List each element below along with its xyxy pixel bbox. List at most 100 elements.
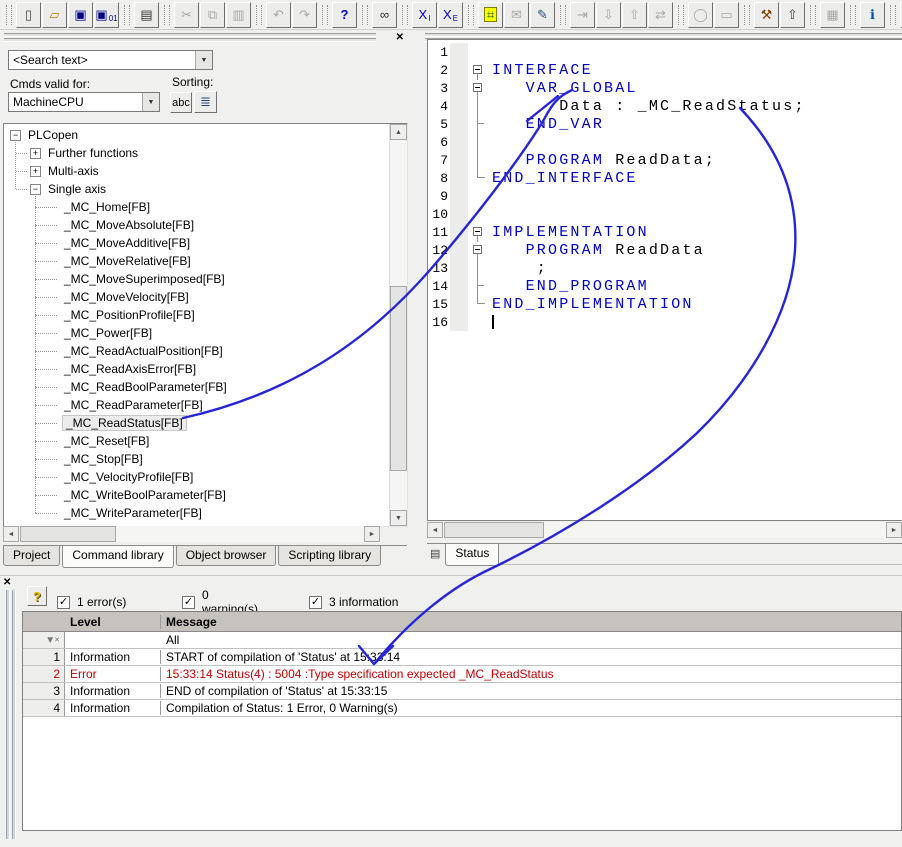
tab-scripting-library[interactable]: Scripting library	[278, 546, 381, 566]
toolbar-grip[interactable]	[6, 5, 12, 25]
tree-item[interactable]: _MC_MoveSuperimposed[FB]	[4, 270, 389, 288]
scroll-right-icon[interactable]: ►	[364, 526, 380, 542]
scrollbar-thumb[interactable]	[444, 522, 544, 538]
table-row[interactable]: ▼✕All	[23, 632, 901, 649]
fold-gutter[interactable]	[468, 79, 490, 97]
tree-vertical-scrollbar[interactable]: ▲ ▼	[389, 124, 407, 526]
table-row[interactable]: 3InformationEND of compilation of 'Statu…	[23, 683, 901, 700]
tab-command-library[interactable]: Command library	[62, 546, 173, 568]
toolbar-grip[interactable]	[850, 5, 856, 25]
table-row[interactable]: 2Error15:33:14 Status(4) : 5004 :Type sp…	[23, 666, 901, 683]
search-combo[interactable]: <Search text> ▼	[8, 50, 213, 70]
tree-item[interactable]: _MC_ReadBoolParameter[FB]	[4, 378, 389, 396]
link-icon[interactable]: ∞	[372, 2, 397, 28]
toolbar-grip[interactable]	[124, 5, 130, 25]
toolbar-grip[interactable]	[468, 5, 474, 25]
expand-icon[interactable]: +	[10, 526, 21, 527]
download-icon[interactable]: ⇩	[596, 2, 621, 28]
cut-icon[interactable]: ✂	[174, 2, 199, 28]
tree-item[interactable]: _MC_ReadAxisError[FB]	[4, 360, 389, 378]
device-diagnostics-icon[interactable]: ℹ	[860, 2, 885, 28]
tab-project[interactable]: Project	[3, 546, 60, 566]
sort-order-button[interactable]: ≣	[194, 91, 217, 113]
tree-item[interactable]: _MC_PositionProfile[FB]	[4, 306, 389, 324]
tree-item[interactable]: _MC_Stop[FB]	[4, 450, 389, 468]
upload-icon[interactable]: ⇧	[622, 2, 647, 28]
tree-item[interactable]: _MC_ReadStatus[FB]	[4, 414, 389, 432]
editor-horizontal-scrollbar[interactable]: ◄ ►	[427, 522, 902, 538]
undo-icon[interactable]: ↶	[266, 2, 291, 28]
alphabetical-sort-button[interactable]: abc	[170, 92, 192, 113]
monitor-icon[interactable]: ▭	[714, 2, 739, 28]
toolbar-grip[interactable]	[164, 5, 170, 25]
copy-ram-rom-icon[interactable]: ⇄	[648, 2, 673, 28]
command-tree[interactable]: −PLCopen+Further functions+Multi-axis−Si…	[3, 123, 408, 527]
scroll-down-icon[interactable]: ▼	[390, 510, 407, 526]
edit-network-icon[interactable]: ✎	[530, 2, 555, 28]
fold-collapse-icon[interactable]	[473, 227, 482, 236]
help-button[interactable]: ?	[27, 586, 47, 606]
cpu-combo[interactable]: MachineCPU ▼	[8, 92, 160, 112]
scrollbar-thumb[interactable]	[390, 286, 407, 471]
scrollbar-thumb[interactable]	[20, 526, 116, 542]
toolbar-grip[interactable]	[402, 5, 408, 25]
open-folder-icon[interactable]: ▱	[42, 2, 67, 28]
stop-target-icon[interactable]: ◯	[688, 2, 713, 28]
tree-item[interactable]: _MC_WriteParameter[FB]	[4, 504, 389, 522]
toolbar-grip[interactable]	[256, 5, 262, 25]
tree-item[interactable]: _MC_MoveAdditive[FB]	[4, 234, 389, 252]
expand-icon[interactable]: +	[30, 148, 41, 159]
close-icon[interactable]: ✕	[396, 33, 404, 43]
tree-item[interactable]: _MC_ReadActualPosition[FB]	[4, 342, 389, 360]
tree-item[interactable]: +Technology	[4, 522, 389, 526]
collapse-icon[interactable]: −	[30, 184, 41, 195]
tree-horizontal-scrollbar[interactable]: ◄ ►	[3, 526, 380, 542]
fold-gutter[interactable]	[468, 61, 490, 79]
load-to-file-system-icon[interactable]: ⇧	[780, 2, 805, 28]
save-all-icon[interactable]: ▣01	[94, 2, 119, 28]
table-row[interactable]: 4InformationCompilation of Status: 1 Err…	[23, 700, 901, 717]
scroll-up-icon[interactable]: ▲	[390, 124, 407, 140]
paste-icon[interactable]: ▥	[226, 2, 251, 28]
checkbox[interactable]: ✓	[57, 596, 70, 609]
toolbar-grip[interactable]	[560, 5, 566, 25]
toolbar-grip[interactable]	[322, 5, 328, 25]
copy-icon[interactable]: ⧉	[200, 2, 225, 28]
help-icon[interactable]: ?	[332, 2, 357, 28]
checkbox[interactable]: ✓	[182, 596, 195, 609]
network-tools-icon[interactable]: ⚒	[754, 2, 779, 28]
close-icon[interactable]: ✕	[3, 578, 11, 588]
expand-icon[interactable]: +	[30, 166, 41, 177]
tree-item[interactable]: _MC_MoveRelative[FB]	[4, 252, 389, 270]
tree-item[interactable]: _MC_WriteBoolParameter[FB]	[4, 486, 389, 504]
save-icon[interactable]: ▣	[68, 2, 93, 28]
tree-item[interactable]: _MC_VelocityProfile[FB]	[4, 468, 389, 486]
fold-gutter[interactable]	[468, 241, 490, 259]
st-code-editor[interactable]: 12INTERFACE3 VAR_GLOBAL4 Data : _MC_Read…	[427, 39, 902, 521]
watch-table-icon[interactable]: ▦	[820, 2, 845, 28]
panel-grab-handle[interactable]	[4, 32, 376, 41]
scroll-left-icon[interactable]: ◄	[3, 526, 19, 542]
tree-item[interactable]: −Single axis	[4, 180, 389, 198]
tab-object-browser[interactable]: Object browser	[176, 546, 277, 566]
tree-item[interactable]: _MC_Reset[FB]	[4, 432, 389, 450]
insert-input-icon[interactable]: XI	[412, 2, 437, 28]
fold-collapse-icon[interactable]	[473, 245, 482, 254]
new-file-icon[interactable]: ▯	[16, 2, 41, 28]
tree-item[interactable]: _MC_MoveAbsolute[FB]	[4, 216, 389, 234]
fold-gutter[interactable]	[468, 223, 490, 241]
table-row[interactable]: 1InformationSTART of compilation of 'Sta…	[23, 649, 901, 666]
tree-item[interactable]: +Multi-axis	[4, 162, 389, 180]
tab-status[interactable]: Status	[445, 544, 499, 566]
dropdown-icon[interactable]: ▼	[142, 93, 159, 111]
collapse-icon[interactable]: −	[10, 130, 21, 141]
tree-item[interactable]: _MC_Home[FB]	[4, 198, 389, 216]
tree-item[interactable]: −PLCopen	[4, 126, 389, 144]
scroll-right-icon[interactable]: ►	[886, 522, 902, 538]
connect-target-icon[interactable]: ⇥	[570, 2, 595, 28]
toolbar-grip[interactable]	[678, 5, 684, 25]
dropdown-icon[interactable]: ▼	[195, 51, 212, 69]
tree-item[interactable]: _MC_ReadParameter[FB]	[4, 396, 389, 414]
panel-grab-handle[interactable]	[6, 590, 18, 839]
scroll-left-icon[interactable]: ◄	[427, 522, 443, 538]
